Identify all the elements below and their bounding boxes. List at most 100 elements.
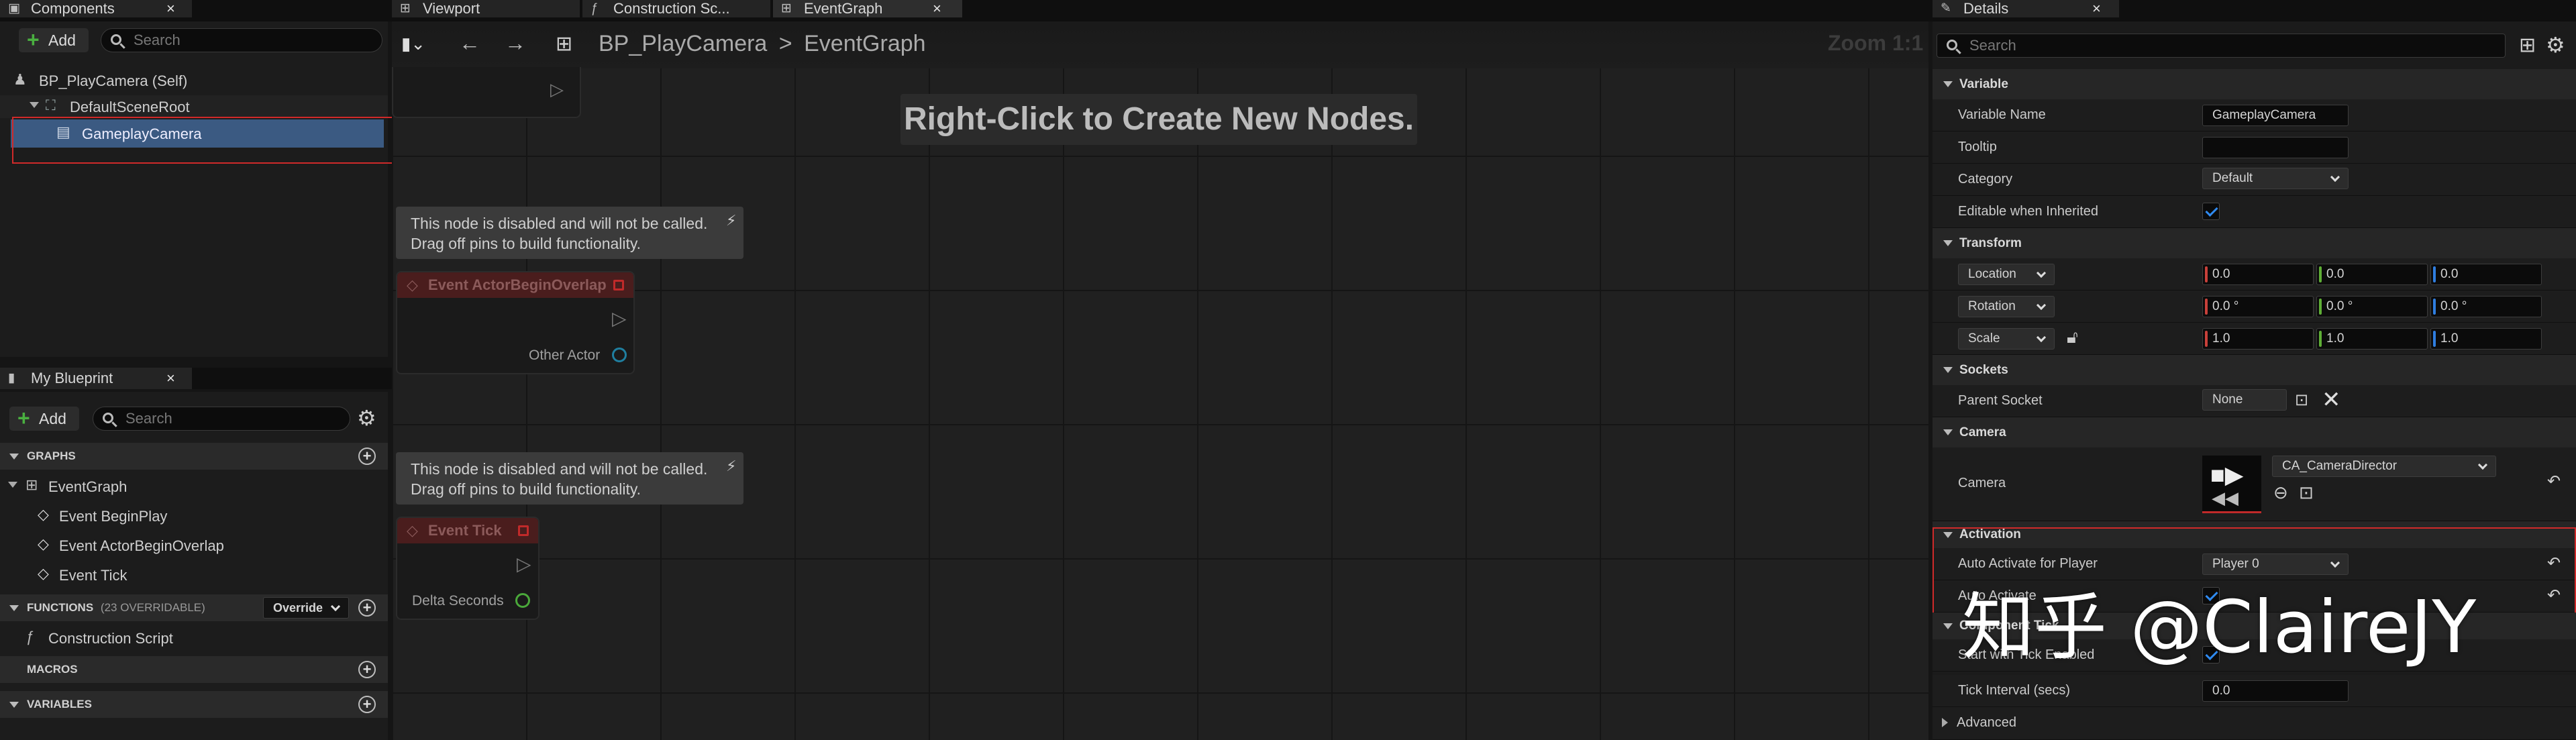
add-graph-icon[interactable]: +: [358, 447, 376, 465]
add-blueprint-item-button[interactable]: + Add: [9, 407, 79, 431]
camera-asset-dropdown[interactable]: CA_CameraDirector: [2272, 456, 2496, 477]
components-search-input[interactable]: Search: [101, 28, 382, 52]
event-actor-begin-overlap-node[interactable]: ◇ Event ActorBeginOverlap ▷ Other Actor: [396, 271, 635, 374]
watermark-text: 知乎 @ClaireJY: [1962, 586, 2477, 670]
advanced-label: Advanced: [1957, 715, 2016, 730]
tab-components[interactable]: ▣ Components ×: [0, 0, 192, 17]
comment-line: Drag off pins to build functionality.: [411, 480, 641, 498]
forward-arrow-icon[interactable]: →: [505, 31, 526, 56]
tab-my-blueprint[interactable]: ▮ My Blueprint ×: [0, 368, 192, 389]
delegate-pin-icon[interactable]: [518, 525, 529, 536]
add-function-icon[interactable]: +: [358, 599, 376, 617]
section-camera[interactable]: Camera: [1933, 417, 2576, 447]
clear-icon[interactable]: ✕: [2322, 386, 2341, 413]
camera-thumbnail[interactable]: ■▶ ◀◀: [2202, 456, 2261, 513]
pencil-icon: ✎: [1941, 1, 1951, 15]
begin-play-node[interactable]: ▷: [392, 67, 581, 118]
graphs-header: GRAPHS: [27, 450, 76, 462]
location-z-input[interactable]: 0.0: [2430, 264, 2542, 285]
category-dropdown[interactable]: Default: [2202, 168, 2349, 189]
browse-socket-icon[interactable]: ⊡: [2295, 390, 2308, 410]
tab-details[interactable]: ✎ Details ×: [1933, 0, 2119, 17]
float-pin-icon[interactable]: [515, 593, 530, 608]
graph-item-eventgraph[interactable]: ⊞ EventGraph: [0, 472, 388, 499]
close-icon[interactable]: ×: [933, 0, 941, 17]
variable-name-input[interactable]: GameplayCamera: [2202, 105, 2349, 126]
disabled-node-comment: This node is disabled and will not be ca…: [396, 452, 743, 505]
graph-item-beginplay[interactable]: ◇ Event BeginPlay: [0, 502, 388, 529]
rotation-mode-dropdown[interactable]: Rotation: [1958, 296, 2055, 317]
tab-eventgraph[interactable]: ⊞ EventGraph ×: [773, 0, 962, 17]
function-icon: ƒ: [25, 628, 34, 645]
row-location: Location 0.0 0.0 0.0: [1933, 258, 2576, 290]
scale-x-input[interactable]: 1.0: [2202, 328, 2314, 350]
graph-item-actorbeginoverlap[interactable]: ◇ Event ActorBeginOverlap: [0, 531, 388, 558]
tooltip-input[interactable]: [2202, 137, 2349, 158]
editable-checkbox[interactable]: [2202, 203, 2220, 220]
graph-item-label: Event Tick: [59, 567, 127, 584]
close-icon[interactable]: ×: [2092, 0, 2101, 17]
function-item-construction[interactable]: ƒ Construction Script: [0, 624, 388, 651]
row-variable-name: Variable Name GameplayCamera: [1933, 99, 2576, 131]
rotation-z-input[interactable]: 0.0 °: [2430, 296, 2542, 317]
bookmark-icon[interactable]: ▮⌄: [401, 34, 425, 54]
table-view-icon[interactable]: ⊞: [2519, 34, 2536, 57]
use-selected-icon[interactable]: ⊖: [2273, 482, 2288, 503]
delegate-pin-icon[interactable]: [613, 280, 624, 290]
reset-arrow-icon[interactable]: ↶: [2547, 472, 2561, 491]
scale-z-input[interactable]: 1.0: [2430, 328, 2542, 350]
graph-icon: ⊞: [781, 1, 792, 15]
parent-socket-value[interactable]: None: [2202, 389, 2287, 411]
gear-icon[interactable]: ⚙: [2546, 32, 2565, 58]
location-x-input[interactable]: 0.0: [2202, 264, 2314, 285]
browse-asset-icon[interactable]: ⊡: [2299, 482, 2314, 503]
section-title: Transform: [1959, 236, 2022, 250]
close-icon[interactable]: ×: [166, 368, 175, 389]
expand-arrow-icon[interactable]: [30, 102, 39, 108]
tree-row-self[interactable]: ♟ BP_PlayCamera (Self): [0, 67, 388, 94]
event-diamond-icon: ◇: [38, 565, 49, 582]
unlock-icon[interactable]: 🔓︎: [2067, 327, 2078, 348]
scale-y-input[interactable]: 1.0: [2316, 328, 2428, 350]
section-variable[interactable]: Variable: [1933, 69, 2576, 99]
exec-pin-icon[interactable]: ▷: [517, 553, 531, 575]
section-functions[interactable]: FUNCTIONS (23 OVERRIDABLE) Override +: [0, 594, 388, 621]
tree-row-root[interactable]: ⛶ DefaultSceneRoot: [0, 95, 388, 118]
location-mode-dropdown[interactable]: Location: [1958, 264, 2055, 285]
location-y-input[interactable]: 0.0: [2316, 264, 2428, 285]
exec-pin-icon[interactable]: ▷: [612, 307, 627, 329]
search-placeholder: Search: [125, 410, 172, 427]
details-search-input[interactable]: Search: [1937, 34, 2506, 58]
section-transform[interactable]: Transform: [1933, 228, 2576, 258]
exec-pin-icon[interactable]: ▷: [550, 79, 564, 100]
event-tick-node[interactable]: ◇ Event Tick ▷ Delta Seconds: [396, 517, 539, 620]
add-macro-icon[interactable]: +: [358, 661, 376, 678]
override-dropdown[interactable]: Override: [263, 597, 349, 619]
back-arrow-icon[interactable]: ←: [459, 31, 480, 56]
close-icon[interactable]: ×: [166, 0, 175, 17]
section-macros[interactable]: MACROS +: [0, 656, 388, 683]
override-label: Override: [273, 601, 323, 615]
section-graphs[interactable]: GRAPHS +: [0, 443, 388, 470]
add-variable-icon[interactable]: +: [358, 696, 376, 713]
add-component-button[interactable]: + Add: [19, 28, 89, 52]
gear-icon[interactable]: ⚙: [357, 407, 376, 429]
object-pin-icon[interactable]: [612, 348, 627, 362]
breadcrumb-current[interactable]: EventGraph: [804, 31, 925, 56]
scale-mode-dropdown[interactable]: Scale: [1958, 328, 2055, 350]
chevron-down-icon: [2036, 332, 2047, 343]
event-graph-canvas[interactable]: ▮⌄ ← → ⊞ BP_PlayCamera > EventGraph Zoom…: [392, 21, 1928, 740]
row-advanced[interactable]: Advanced: [1933, 707, 2576, 740]
breadcrumb-root[interactable]: BP_PlayCamera: [599, 31, 767, 56]
tab-viewport[interactable]: ⊞ Viewport: [392, 0, 580, 17]
blueprint-search-input[interactable]: Search: [93, 407, 350, 431]
tick-interval-input[interactable]: 0.0: [2202, 680, 2349, 702]
section-sockets[interactable]: Sockets: [1933, 355, 2576, 385]
rotation-x-input[interactable]: 0.0 °: [2202, 296, 2314, 317]
tab-construction-script[interactable]: ƒ Construction Sc...: [582, 0, 770, 17]
breadcrumb: BP_PlayCamera > EventGraph: [599, 31, 926, 57]
event-diamond-icon: ◇: [407, 522, 418, 539]
rotation-y-input[interactable]: 0.0 °: [2316, 296, 2428, 317]
section-variables[interactable]: VARIABLES +: [0, 691, 388, 718]
graph-item-tick[interactable]: ◇ Event Tick: [0, 561, 388, 588]
